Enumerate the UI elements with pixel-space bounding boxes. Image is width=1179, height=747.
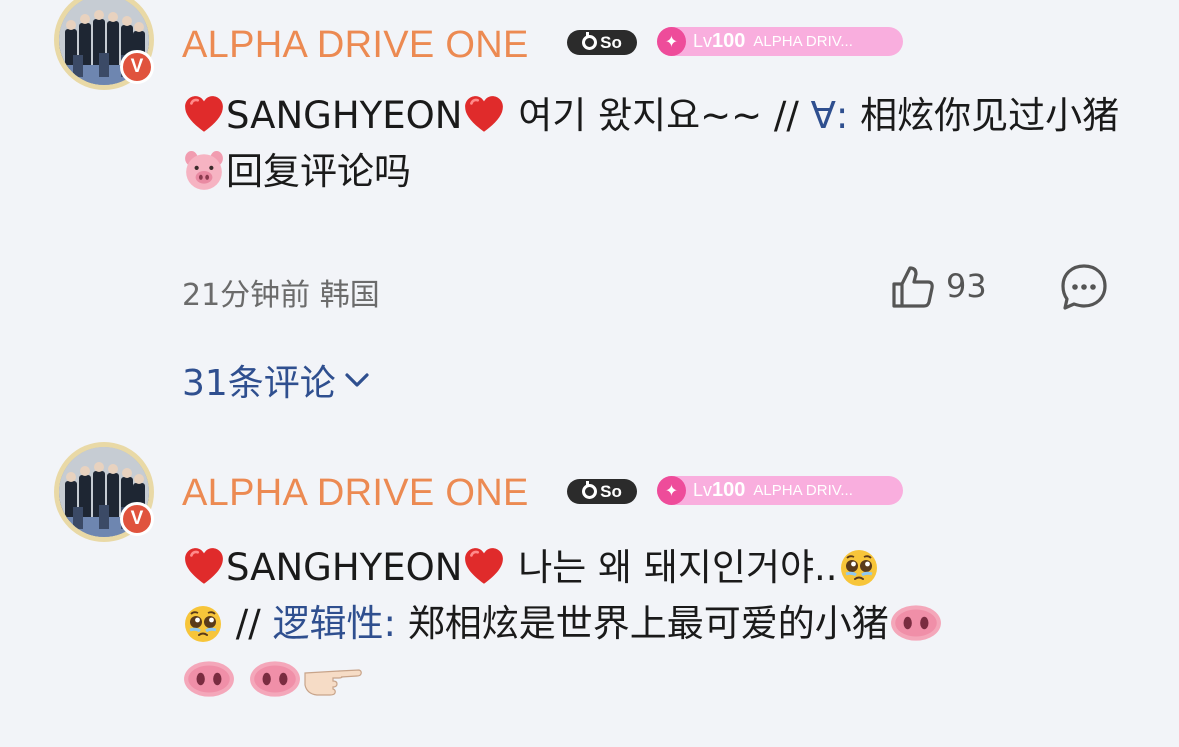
like-count: 93 [946, 267, 987, 305]
level-prefix: Lv [693, 31, 713, 51]
text-segment: 回复评论吗 [226, 149, 411, 193]
chevron-down-icon [345, 373, 369, 387]
timestamp: 21分钟前 [182, 278, 311, 313]
avatar[interactable]: V [54, 442, 154, 542]
mention-link[interactable]: 逻辑性: [272, 602, 395, 645]
like-button[interactable]: 93 [888, 262, 987, 310]
text-segment: 郑相炫是世界上最可爱的小猪 [395, 602, 889, 646]
avatar[interactable]: V [54, 0, 154, 90]
level-badge[interactable]: ✦ Lv 100 ALPHA DRIV... [657, 476, 903, 505]
red-heart-icon [463, 546, 505, 588]
username[interactable]: ALPHA DRIVE ONE [182, 472, 529, 515]
pleading-face-icon [183, 604, 223, 644]
text-segment: SANGHYEON [226, 94, 463, 137]
red-heart-icon [183, 546, 225, 588]
svip-label: So [600, 32, 622, 52]
pleading-face-icon [839, 548, 879, 588]
text-segment: 相炫你见过小猪 [848, 94, 1120, 137]
comment-text: SANGHYEON 여기 왔지요~~ // ∀: 相炫你见过小猪回复评论吗 [182, 88, 1122, 199]
location: 韩国 [319, 278, 380, 313]
verified-badge-icon: V [120, 50, 154, 84]
level-badge[interactable]: ✦ Lv 100 ALPHA DRIV... [657, 27, 903, 56]
mention-link[interactable]: ∀: [811, 94, 849, 137]
pig-nose-icon [249, 658, 301, 700]
pig-nose-icon [890, 602, 942, 644]
svip-icon [582, 32, 598, 50]
level-name: ALPHA DRIV... [753, 33, 853, 50]
verified-badge-icon: V [120, 502, 154, 536]
comment-meta: 21分钟前 韩国 [182, 270, 380, 314]
level-prefix: Lv [693, 480, 713, 500]
text-segment: // [224, 602, 273, 646]
svip-badge[interactable]: So [567, 479, 637, 504]
level-number: 100 [712, 30, 746, 52]
star-icon: ✦ [657, 27, 686, 56]
text-segment: 나는 왜 돼지인거야.. [506, 546, 838, 589]
text-segment: SANGHYEON [226, 546, 463, 589]
comment-text: SANGHYEON 나는 왜 돼지인거야.. // 逻辑性: 郑相炫是世界上最可… [182, 540, 1102, 709]
red-heart-icon [183, 94, 225, 136]
svip-icon [582, 481, 598, 499]
thumbs-up-icon [892, 266, 934, 308]
username[interactable]: ALPHA DRIVE ONE [182, 24, 529, 67]
comment-bubble-icon[interactable] [1059, 262, 1109, 312]
pointing-hand-icon [303, 658, 363, 700]
red-heart-icon [463, 94, 505, 136]
star-icon: ✦ [657, 476, 686, 505]
level-name: ALPHA DRIV... [753, 482, 853, 499]
svip-badge[interactable]: So [567, 30, 637, 55]
svip-label: So [600, 481, 622, 501]
pig-face-icon [183, 150, 225, 192]
level-number: 100 [712, 479, 746, 501]
view-replies-link[interactable]: 31条评论 [182, 354, 372, 406]
replies-count: 31条评论 [182, 363, 336, 404]
pig-nose-icon [183, 658, 235, 700]
text-segment: 여기 왔지요~~ // [506, 94, 811, 137]
